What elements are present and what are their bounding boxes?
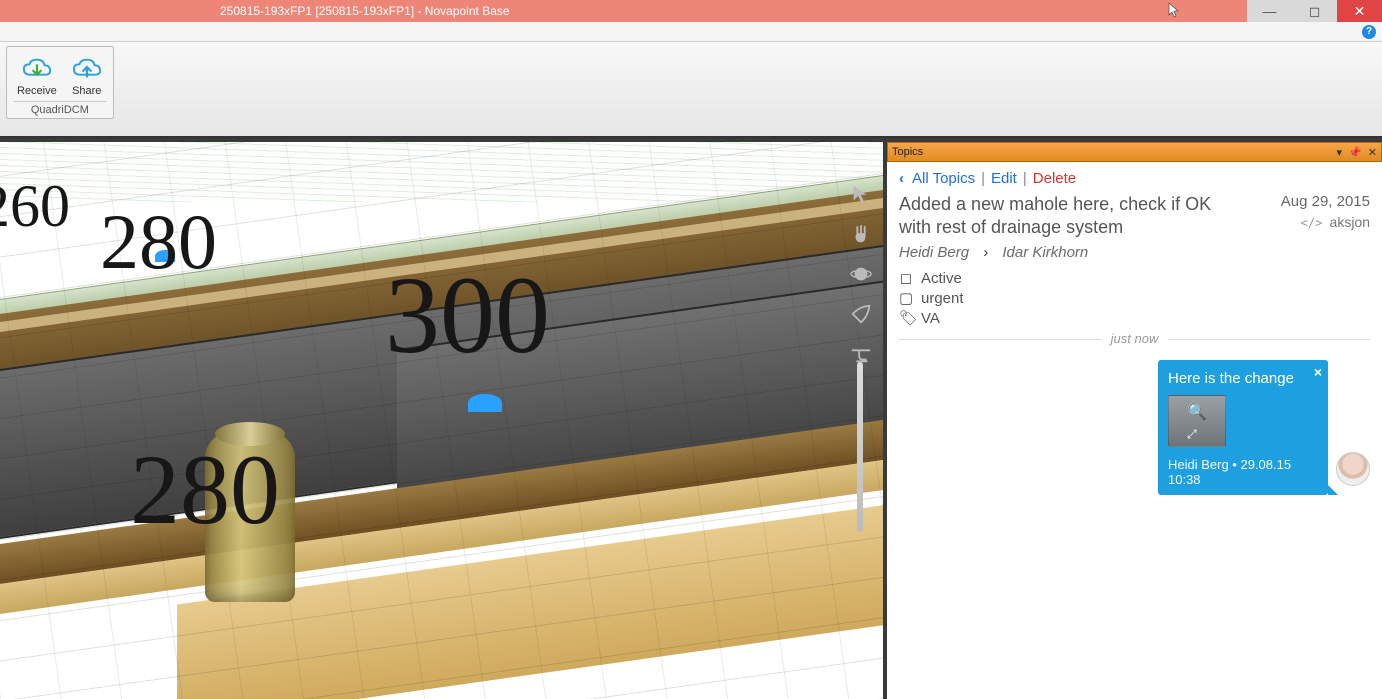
- receive-label: Receive: [17, 85, 57, 97]
- cloud-upload-icon: [71, 53, 103, 85]
- ribbon-group-label: QuadriDCM: [13, 101, 107, 116]
- topic-date: Aug 29, 2015: [1281, 193, 1370, 210]
- station-label: 280: [130, 432, 280, 547]
- marker-point: [468, 394, 502, 412]
- comment-text: Here is the change: [1168, 370, 1318, 387]
- topics-panel: Topics ▾ 📌 ✕ ‹ All Topics | Edit | Delet…: [887, 142, 1382, 699]
- breadcrumb: ‹ All Topics | Edit | Delete: [899, 170, 1370, 187]
- avatar: [1336, 452, 1370, 486]
- station-label: 280: [100, 197, 217, 287]
- topic-to: Idar Kirkhorn: [1002, 244, 1088, 261]
- window-titlebar: 250815-193xFP1 [250815-193xFP1] - Novapo…: [0, 0, 1382, 22]
- panel-header: Topics ▾ 📌 ✕: [887, 142, 1382, 162]
- panel-close-icon[interactable]: ✕: [1368, 146, 1377, 159]
- cursor-icon: [1168, 2, 1182, 21]
- viewport-tools: [849, 182, 873, 366]
- magnify-icon: 🔍: [1187, 402, 1207, 422]
- panel-body: ‹ All Topics | Edit | Delete Added a new…: [887, 162, 1382, 503]
- chevron-left-icon[interactable]: ‹: [899, 170, 904, 187]
- tag-label: VA: [921, 310, 940, 327]
- share-button[interactable]: Share: [67, 51, 107, 99]
- station-label: 300: [385, 252, 550, 379]
- ribbon-group-quadridcm: Receive Share QuadriDCM: [6, 46, 114, 119]
- topic-meta: ◻ Active ▢ urgent 🏷 VA: [899, 269, 1370, 327]
- orbit-tool-icon[interactable]: [849, 262, 873, 286]
- topic-people: Heidi Berg › Idar Kirkhorn: [899, 244, 1370, 261]
- time-separator-label: just now: [1101, 331, 1169, 346]
- panel-title: Topics: [892, 146, 923, 158]
- comment-close-icon[interactable]: ×: [1314, 364, 1322, 380]
- comment-meta: Heidi Berg • 29.08.15 10:38: [1168, 457, 1318, 487]
- time-separator: just now: [899, 339, 1370, 340]
- topic-code: aksjon: [1281, 214, 1370, 230]
- tag-icon: 🏷: [899, 309, 913, 327]
- status-icon: ◻: [899, 269, 913, 287]
- station-label: 260: [0, 172, 70, 241]
- status-label: Active: [921, 270, 962, 287]
- select-tool-icon[interactable]: [849, 182, 873, 206]
- expand-icon: ⤢: [1187, 427, 1197, 442]
- maximize-button[interactable]: ◻: [1292, 0, 1337, 22]
- fly-tool-icon[interactable]: [849, 302, 873, 326]
- help-bar: ?: [0, 22, 1382, 42]
- topic-from: Heidi Berg: [899, 244, 969, 261]
- priority-icon: ▢: [899, 289, 913, 307]
- pan-tool-icon[interactable]: [849, 222, 873, 246]
- delete-link[interactable]: Delete: [1033, 170, 1076, 187]
- comment-area: × Here is the change 🔍 ⤢ Heidi Berg • 29…: [899, 360, 1370, 495]
- scene: 260 280 300 280: [0, 142, 883, 699]
- help-icon[interactable]: ?: [1362, 25, 1376, 39]
- panel-dropdown-icon[interactable]: ▾: [1337, 146, 1343, 159]
- main-area: ▾ 260 280 300 280: [0, 138, 1382, 699]
- zoom-slider[interactable]: [857, 362, 863, 532]
- window-controls: — ◻ ✕: [1247, 0, 1382, 22]
- ribbon: Receive Share QuadriDCM: [0, 42, 1382, 138]
- comment-thumbnail[interactable]: 🔍 ⤢: [1168, 395, 1226, 447]
- minimize-button[interactable]: —: [1247, 0, 1292, 22]
- window-title: 250815-193xFP1 [250815-193xFP1] - Novapo…: [220, 4, 510, 18]
- priority-label: urgent: [921, 290, 964, 307]
- receive-button[interactable]: Receive: [13, 51, 61, 99]
- share-label: Share: [72, 85, 101, 97]
- viewport-3d[interactable]: ▾ 260 280 300 280: [0, 142, 887, 699]
- cloud-download-icon: [21, 53, 53, 85]
- close-button[interactable]: ✕: [1337, 0, 1382, 22]
- topic-title: Added a new mahole here, check if OK wit…: [899, 193, 1229, 238]
- chevron-right-icon: ›: [983, 244, 988, 261]
- all-topics-link[interactable]: All Topics: [912, 170, 975, 187]
- panel-pin-icon[interactable]: 📌: [1348, 146, 1362, 159]
- comment-bubble: × Here is the change 🔍 ⤢ Heidi Berg • 29…: [1158, 360, 1328, 495]
- edit-link[interactable]: Edit: [991, 170, 1017, 187]
